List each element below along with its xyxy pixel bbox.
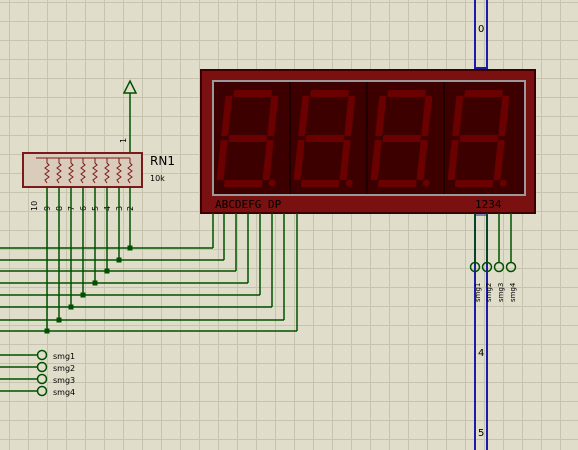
smg4-terminal: [505, 261, 517, 273]
smg4-terminal: [36, 385, 48, 397]
segment: [233, 90, 272, 97]
segment: [459, 135, 499, 142]
rn1-reference: RN1: [150, 154, 175, 168]
right-terminal-label-3: smg3: [497, 283, 505, 302]
left-terminal-label-3: smg3: [53, 376, 75, 385]
rn1-pin-label: 10: [30, 201, 39, 211]
left-terminal-label-1: smg1: [53, 352, 75, 361]
smg2-terminal: [36, 361, 48, 373]
rn1-value: 10k: [150, 174, 165, 183]
smg3-terminal: [36, 373, 48, 385]
smg3-terminal: [493, 261, 505, 273]
bus-marker-4: 4: [478, 348, 484, 359]
right-terminal-label-2: smg2: [485, 283, 493, 302]
bus-marker-5: 5: [478, 428, 484, 439]
rn1-common-pin: 1: [119, 138, 128, 143]
bus-line[interactable]: [474, 0, 488, 450]
display-segment-label: ABCDEFG DP: [215, 198, 282, 211]
left-terminals[interactable]: [0, 349, 48, 397]
left-terminal-label-2: smg2: [53, 364, 75, 373]
right-terminal-label-1: smg1: [474, 283, 482, 302]
display-digit-label: 1234: [475, 198, 502, 211]
segment: [228, 135, 268, 142]
segment: [223, 180, 263, 187]
segment: [454, 180, 494, 187]
bus-marker-0: 0: [478, 24, 484, 35]
right-terminal-label-4: smg4: [509, 282, 517, 302]
left-terminal-label-4: smg4: [53, 388, 75, 397]
segment: [310, 90, 349, 97]
segment: [305, 135, 345, 142]
segment: [300, 180, 340, 187]
segment: [382, 135, 422, 142]
segment: [387, 90, 426, 97]
segment: [464, 90, 503, 97]
segment: [377, 180, 417, 187]
smg1-terminal: [36, 349, 48, 361]
schematic-canvas[interactable]: 0 4 5 1 1098765432 RN1 10k ABCDEFG DP 12…: [0, 0, 578, 450]
right-terminals[interactable]: [469, 261, 517, 273]
